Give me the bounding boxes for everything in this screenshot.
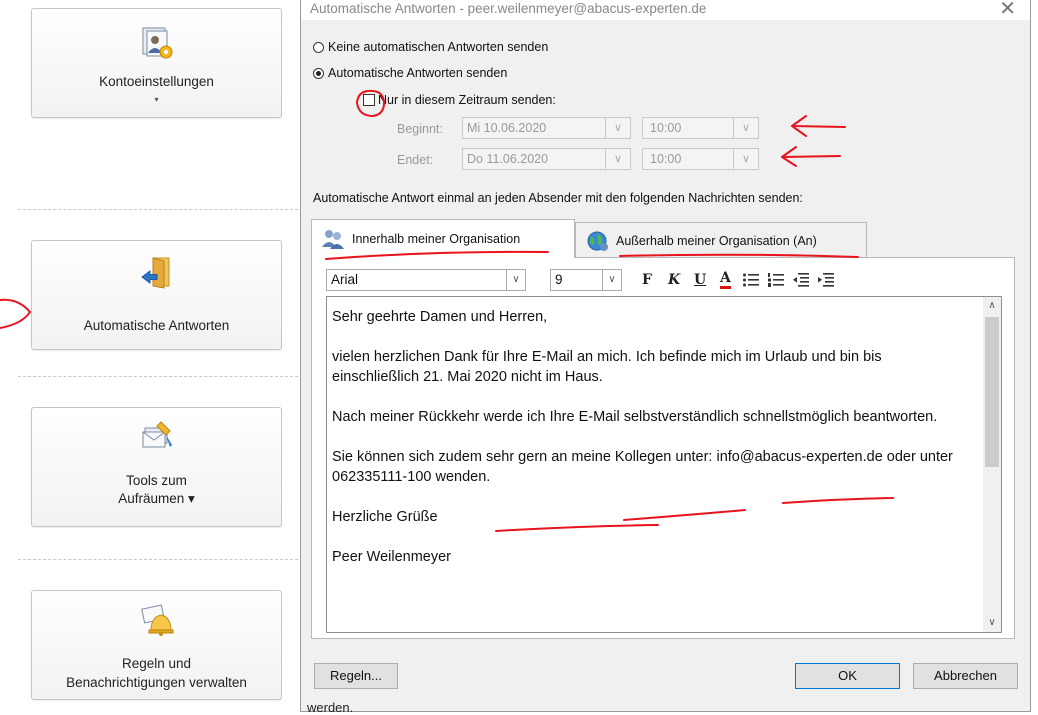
dialog-title: Automatische Antworten - peer.weilenmeye… bbox=[310, 1, 707, 16]
decrease-indent-icon[interactable] bbox=[792, 272, 810, 288]
start-time-field[interactable]: 10:00 bbox=[642, 117, 734, 139]
end-label: Endet: bbox=[397, 153, 434, 167]
tab-inside-organization[interactable]: Innerhalb meiner Organisation bbox=[311, 219, 575, 258]
ok-button[interactable]: OK bbox=[795, 663, 900, 689]
door-arrow-icon bbox=[140, 257, 169, 289]
people-icon bbox=[322, 230, 344, 249]
start-date-value: Mi 10.06.2020 bbox=[467, 121, 547, 135]
cleanup-tools-button[interactable]: Tools zum Aufräumen ▾ bbox=[31, 407, 282, 527]
font-family-value: Arial bbox=[331, 272, 359, 287]
chevron-down-icon: ∨ bbox=[613, 122, 623, 134]
radio-send-auto-replies[interactable]: Automatische Antworten senden bbox=[313, 64, 507, 82]
message-paragraph: Herzliche Grüße bbox=[332, 509, 438, 525]
tab-outside-organization[interactable]: Außerhalb meiner Organisation (An) bbox=[575, 222, 867, 258]
backstage-panel: Kontoeinstellungen ▾ Automatische Antwor… bbox=[0, 0, 300, 712]
underline-button[interactable]: U bbox=[694, 270, 706, 290]
cleanup-tools-label-line1: Tools zum bbox=[126, 473, 187, 488]
rules-label-line2: Benachrichtigungen verwalten bbox=[66, 675, 247, 690]
account-settings-button[interactable]: Kontoeinstellungen ▾ bbox=[31, 8, 282, 118]
chevron-down-icon[interactable]: ∨ bbox=[602, 270, 621, 290]
globe-icon bbox=[587, 231, 608, 251]
message-paragraph: Sehr geehrte Damen und Herren, bbox=[332, 309, 548, 325]
bold-button[interactable]: F bbox=[642, 270, 652, 290]
time-range-checkbox[interactable] bbox=[363, 94, 375, 106]
account-settings-label: Kontoeinstellungen bbox=[99, 74, 214, 89]
chevron-down-icon: ∨ bbox=[741, 122, 751, 134]
start-date-dropdown[interactable]: ∨ bbox=[605, 117, 631, 139]
end-date-value: Do 11.06.2020 bbox=[467, 152, 549, 166]
message-paragraph: Sie können sich zudem sehr gern an meine… bbox=[332, 449, 953, 485]
separator bbox=[18, 376, 298, 377]
tab-inside-label: Innerhalb meiner Organisation bbox=[352, 232, 521, 246]
message-paragraph: vielen herzlichen Dank für Ihre E-Mail a… bbox=[332, 349, 882, 385]
increase-indent-icon[interactable] bbox=[817, 272, 835, 288]
message-paragraph: Nach meiner Rückkehr werde ich Ihre E-Ma… bbox=[332, 409, 938, 425]
font-color-button[interactable]: A bbox=[720, 270, 731, 289]
background-text: werden. bbox=[307, 700, 354, 715]
radio-no-auto-replies-label: Keine automatischen Antworten senden bbox=[328, 40, 549, 54]
font-size-select[interactable]: 9 ∨ bbox=[550, 269, 622, 291]
scroll-up-icon[interactable]: ∧ bbox=[983, 297, 1001, 315]
font-family-select[interactable]: Arial ∨ bbox=[326, 269, 526, 291]
rules-bell-icon bbox=[140, 604, 173, 636]
rules-label-line1: Regeln und bbox=[121, 656, 192, 671]
vertical-scrollbar[interactable]: ∧ ∨ bbox=[983, 297, 1001, 632]
tab-content: Arial ∨ 9 ∨ F K U A Sehr geehrte Damen u… bbox=[311, 257, 1015, 639]
automatic-replies-button[interactable]: Automatische Antworten bbox=[31, 240, 282, 350]
chevron-down-icon: ∨ bbox=[613, 153, 623, 165]
separator bbox=[18, 209, 298, 210]
bullet-list-icon[interactable] bbox=[742, 272, 760, 288]
end-date-dropdown[interactable]: ∨ bbox=[605, 148, 631, 170]
message-body: Sehr geehrte Damen und Herren, vielen he… bbox=[332, 307, 972, 587]
message-paragraph: Peer Weilenmeyer bbox=[332, 549, 452, 565]
time-range-checkbox-label: Nur in diesem Zeitraum senden: bbox=[378, 93, 556, 107]
end-date-field[interactable]: Do 11.06.2020 bbox=[462, 148, 606, 170]
tab-outside-label: Außerhalb meiner Organisation (An) bbox=[616, 233, 817, 248]
start-time-value: 10:00 bbox=[650, 121, 682, 135]
radio-button-selected[interactable] bbox=[313, 67, 324, 79]
chevron-down-icon: ▾ bbox=[154, 95, 159, 104]
chevron-down-icon: ∨ bbox=[741, 153, 751, 165]
rules-button[interactable]: Regeln... bbox=[314, 663, 398, 689]
scrollbar-thumb[interactable] bbox=[985, 317, 999, 467]
end-time-dropdown[interactable]: ∨ bbox=[733, 148, 759, 170]
time-range-checkbox-row[interactable]: Nur in diesem Zeitraum senden: bbox=[363, 92, 556, 108]
start-time-dropdown[interactable]: ∨ bbox=[733, 117, 759, 139]
scroll-down-icon[interactable]: ∨ bbox=[983, 614, 1001, 632]
account-settings-icon bbox=[142, 27, 172, 59]
end-time-value: 10:00 bbox=[650, 152, 682, 166]
numbered-list-icon[interactable] bbox=[767, 272, 785, 288]
send-once-label: Automatische Antwort einmal an jeden Abs… bbox=[313, 191, 803, 205]
automatic-replies-dialog: Automatische Antworten - peer.weilenmeye… bbox=[300, 0, 1031, 715]
radio-send-auto-replies-label: Automatische Antworten senden bbox=[328, 66, 508, 80]
start-label: Beginnt: bbox=[397, 122, 443, 136]
radio-button[interactable] bbox=[313, 41, 324, 53]
cleanup-icon bbox=[142, 421, 172, 448]
chevron-down-icon[interactable]: ∨ bbox=[506, 270, 525, 290]
italic-button[interactable]: K bbox=[668, 270, 680, 290]
title-bar: Automatische Antworten - peer.weilenmeye… bbox=[301, 0, 1030, 20]
close-icon[interactable]: ✕ bbox=[999, 0, 1016, 20]
cancel-button[interactable]: Abbrechen bbox=[913, 663, 1018, 689]
cleanup-tools-label-line2: Aufräumen ▾ bbox=[118, 491, 195, 506]
font-size-value: 9 bbox=[555, 272, 563, 287]
start-date-field[interactable]: Mi 10.06.2020 bbox=[462, 117, 606, 139]
automatic-replies-label: Automatische Antworten bbox=[83, 318, 230, 333]
separator bbox=[18, 559, 298, 560]
message-editor[interactable]: Sehr geehrte Damen und Herren, vielen he… bbox=[326, 296, 1002, 633]
rules-alerts-button[interactable]: Regeln und Benachrichtigungen verwalten bbox=[31, 590, 282, 700]
radio-no-auto-replies[interactable]: Keine automatischen Antworten senden bbox=[313, 38, 548, 56]
end-time-field[interactable]: 10:00 bbox=[642, 148, 734, 170]
